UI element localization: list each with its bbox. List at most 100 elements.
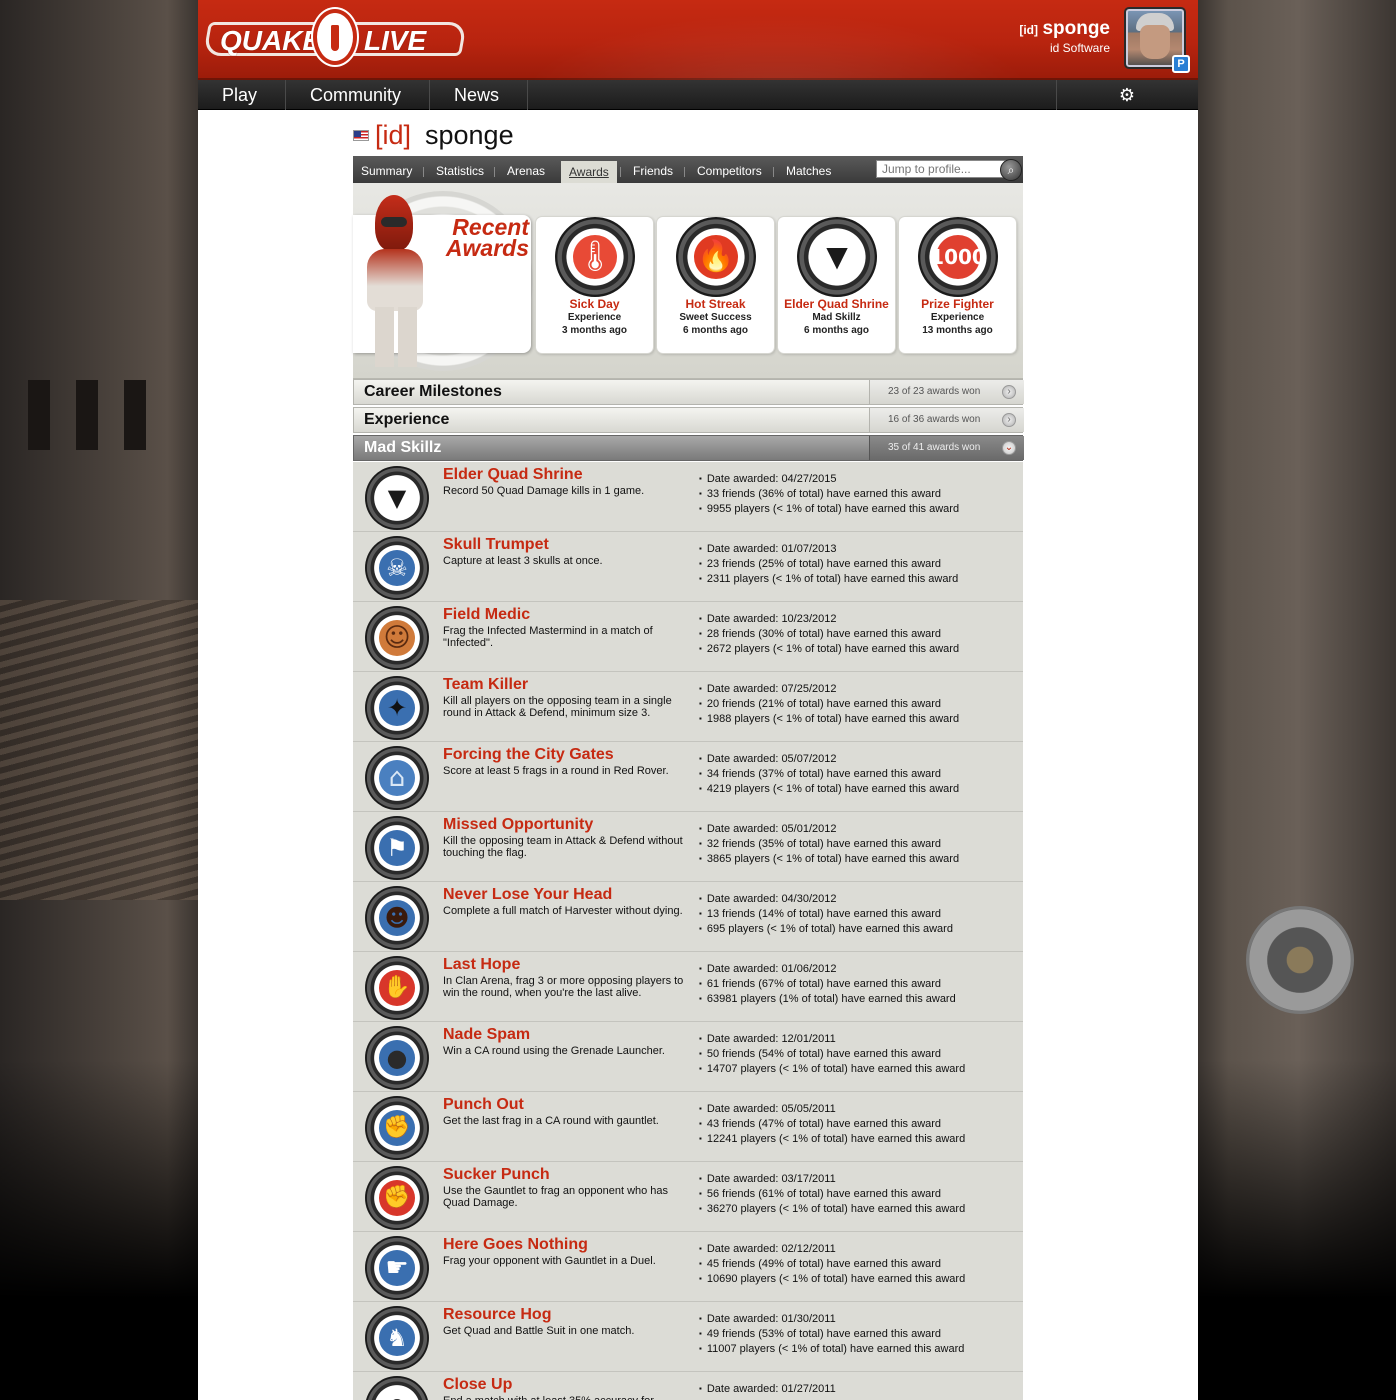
- quad-shrine-icon: ▼: [365, 466, 429, 530]
- award-title[interactable]: Forcing the City Gates: [443, 746, 614, 764]
- award-date: Date awarded: 05/07/2012: [699, 752, 959, 767]
- fist-icon: ✊: [365, 1166, 429, 1230]
- award-row[interactable]: ⌂ Forcing the City Gates Score at least 5 …: [353, 742, 1023, 812]
- chevron-right-icon[interactable]: ›: [1002, 413, 1016, 427]
- grenade-icon: ●: [365, 1026, 429, 1090]
- chevron-right-icon[interactable]: ›: [1002, 385, 1016, 399]
- profile-content: [id] sponge Summary Statistics Arenas Aw…: [353, 110, 1024, 1400]
- award-title[interactable]: Never Lose Your Head: [443, 886, 612, 904]
- award-players-stat: 2672 players (< 1% of total) have earned…: [699, 642, 959, 657]
- award-row[interactable]: ☛ Here Goes Nothing Frag your opponent wit…: [353, 1232, 1023, 1302]
- jump-to-profile-input[interactable]: [876, 160, 1006, 178]
- award-row[interactable]: ♞ Resource Hog Get Quad and Battle Suit in…: [353, 1302, 1023, 1372]
- award-row[interactable]: ✊ Punch Out Get the last frag in a CA roun…: [353, 1092, 1023, 1162]
- award-row[interactable]: ⚑ Missed Opportunity Kill the opposing tea…: [353, 812, 1023, 882]
- profile-tabs: Summary Statistics Arenas Awards Friends…: [353, 156, 1023, 183]
- recent-award-card[interactable]: 🌡 Sick Day Experience 3 months ago: [536, 217, 653, 353]
- award-friends-stat: 28 friends (30% of total) have earned th…: [699, 627, 959, 642]
- team-killer-icon: ✦: [365, 676, 429, 740]
- award-description: Kill all players on the opposing team in…: [443, 695, 672, 719]
- award-row[interactable]: ✦ Team Killer Kill all players on the oppo…: [353, 672, 1023, 742]
- award-stats: Date awarded: 04/30/201213 friends (14% …: [699, 892, 953, 937]
- award-title[interactable]: Sucker Punch: [443, 1166, 550, 1184]
- award-title[interactable]: Resource Hog: [443, 1306, 551, 1324]
- award-description: Get Quad and Battle Suit in one match.: [443, 1325, 635, 1337]
- award-friends-stat: 34 friends (37% of total) have earned th…: [699, 767, 959, 782]
- recent-award-card[interactable]: ▼ Elder Quad Shrine Mad Skillz 6 months …: [778, 217, 895, 353]
- background-window: [76, 380, 98, 450]
- tab-arenas[interactable]: Arenas: [507, 162, 545, 180]
- tab-awards[interactable]: Awards: [561, 161, 617, 183]
- award-title[interactable]: Field Medic: [443, 606, 530, 624]
- award-row[interactable]: ☻ Never Lose Your Head Complete a full mat…: [353, 882, 1023, 952]
- award-players-stat: 9955 players (< 1% of total) have earned…: [699, 502, 959, 517]
- quake-live-logo[interactable]: QUAKE LIVE: [203, 9, 468, 65]
- nav-play[interactable]: Play: [198, 80, 286, 110]
- award-title[interactable]: Punch Out: [443, 1096, 524, 1114]
- hand-gun-icon: ☛: [365, 1236, 429, 1300]
- search-icon[interactable]: ⌕: [1000, 159, 1022, 181]
- award-row[interactable]: ☺ Field Medic Frag the Infected Mastermind…: [353, 602, 1023, 672]
- award-date: Date awarded: 01/27/2011: [699, 1382, 836, 1397]
- user-name[interactable]: sponge: [1042, 18, 1110, 39]
- award-title[interactable]: Skull Trumpet: [443, 536, 549, 554]
- award-players-stat: 14707 players (< 1% of total) have earne…: [699, 1062, 965, 1077]
- award-title[interactable]: Here Goes Nothing: [443, 1236, 588, 1254]
- award-description: Frag the Infected Mastermind in a match …: [443, 625, 653, 649]
- award-stats: Date awarded: 01/30/201149 friends (53% …: [699, 1312, 965, 1357]
- tab-summary[interactable]: Summary: [361, 162, 412, 180]
- award-players-stat: 4219 players (< 1% of total) have earned…: [699, 782, 959, 797]
- user-organization: id Software: [1049, 41, 1110, 55]
- user-box[interactable]: [id] sponge id Software: [1019, 18, 1110, 55]
- award-description: Kill the opposing team in Attack & Defen…: [443, 835, 683, 859]
- award-stats: Date awarded: 04/27/201533 friends (36% …: [699, 472, 959, 517]
- tab-competitors[interactable]: Competitors: [697, 162, 762, 180]
- award-title[interactable]: Nade Spam: [443, 1026, 530, 1044]
- gear-icon[interactable]: ⚙: [1118, 86, 1136, 104]
- award-description: In Clan Arena, frag 3 or more opposing p…: [443, 975, 684, 999]
- award-date: Date awarded: 01/06/2012: [699, 962, 956, 977]
- award-row[interactable]: ⊕ Close UpEnd a match with at least 35% a…: [353, 1372, 1023, 1400]
- background-window: [124, 380, 146, 450]
- award-row[interactable]: ✋ Last Hope In Clan Arena, frag 3 or more …: [353, 952, 1023, 1022]
- premium-badge: P: [1172, 55, 1190, 73]
- award-row[interactable]: ● Nade Spam Win a CA round using the Grena…: [353, 1022, 1023, 1092]
- award-title[interactable]: Team Killer: [443, 676, 528, 694]
- award-players-stat: 3865 players (< 1% of total) have earned…: [699, 852, 959, 867]
- award-friends-stat: 20 friends (21% of total) have earned th…: [699, 697, 959, 712]
- category-experience[interactable]: Experience 16 of 36 awards won ›: [353, 407, 1024, 433]
- award-title[interactable]: Last Hope: [443, 956, 520, 974]
- us-flag-icon: [353, 130, 369, 141]
- background-stairs: [0, 600, 198, 900]
- award-friends-stat: 33 friends (36% of total) have earned th…: [699, 487, 959, 502]
- award-row[interactable]: ✊ Sucker Punch Use the Gauntlet to frag an…: [353, 1162, 1023, 1232]
- recent-award-card[interactable]: 🔥 Hot Streak Sweet Success 6 months ago: [657, 217, 774, 353]
- tab-statistics[interactable]: Statistics: [436, 162, 484, 180]
- chevron-down-icon[interactable]: ⌄: [1002, 441, 1016, 455]
- avatar[interactable]: P: [1124, 7, 1190, 73]
- recent-award-card[interactable]: 1000 Prize Fighter Experience 13 months …: [899, 217, 1016, 353]
- award-description: Score at least 5 frags in a round in Red…: [443, 765, 669, 777]
- crosshair-icon: ⊕: [365, 1376, 429, 1400]
- award-title[interactable]: Missed Opportunity: [443, 816, 593, 834]
- award-title[interactable]: Close Up: [443, 1376, 512, 1394]
- thermometer-icon: 🌡: [555, 217, 635, 297]
- award-stats: Date awarded: 12/01/201150 friends (54% …: [699, 1032, 965, 1077]
- award-title[interactable]: Elder Quad Shrine: [443, 466, 583, 484]
- award-list: ▼ Elder Quad Shrine Record 50 Quad Damage …: [353, 462, 1023, 1400]
- tab-friends[interactable]: Friends: [633, 162, 673, 180]
- award-row[interactable]: ☠ Skull Trumpet Capture at least 3 skulls …: [353, 532, 1023, 602]
- quad-shrine-icon: ▼: [797, 217, 877, 297]
- award-stats: Date awarded: 01/06/201261 friends (67% …: [699, 962, 956, 1007]
- award-description: End a match with at least 35% accuracy f…: [443, 1395, 688, 1400]
- award-stats: Date awarded: 01/27/2011: [699, 1382, 836, 1397]
- category-mad-skillz[interactable]: Mad Skillz 35 of 41 awards won ⌄: [353, 435, 1024, 461]
- nav-news[interactable]: News: [430, 80, 528, 110]
- nav-community[interactable]: Community: [286, 80, 430, 110]
- site-header: QUAKE LIVE [id] sponge id Software P: [198, 0, 1198, 80]
- tab-matches[interactable]: Matches: [786, 162, 831, 180]
- award-description: Capture at least 3 skulls at once.: [443, 555, 603, 567]
- category-career-milestones[interactable]: Career Milestones 23 of 23 awards won ›: [353, 379, 1024, 405]
- award-row[interactable]: ▼ Elder Quad Shrine Record 50 Quad Damage …: [353, 462, 1023, 532]
- award-description: Use the Gauntlet to frag an opponent who…: [443, 1185, 669, 1209]
